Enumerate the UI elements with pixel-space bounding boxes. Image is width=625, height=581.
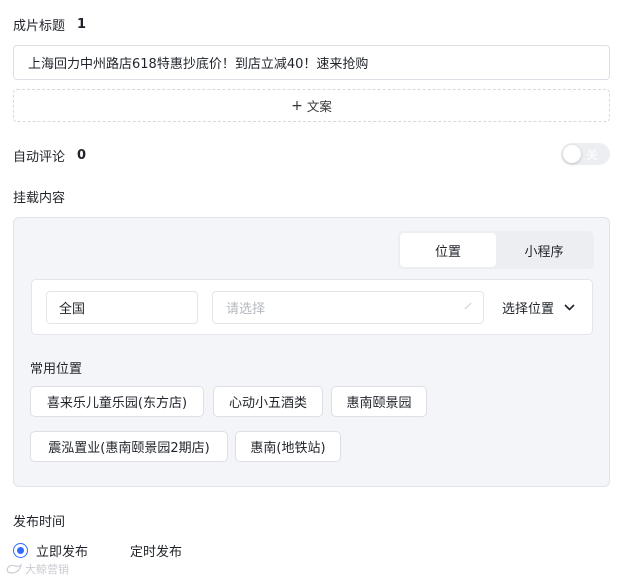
auto-comment-toggle[interactable]: 关	[561, 143, 610, 165]
publish-section-label: 发布时间	[13, 515, 66, 530]
title-input[interactable]: 上海回力中州路店618特惠抄底价！到店立减40！速来抢购	[13, 45, 610, 80]
chevron-down-icon	[564, 304, 575, 311]
auto-comment-count: 0	[77, 148, 87, 163]
publish-options: 立即发布 定时发布	[13, 541, 182, 560]
location-selector: 全国 请选择 选择位置	[31, 279, 593, 335]
place-placeholder: 请选择	[226, 302, 266, 317]
common-location-chip[interactable]: 心动小五酒类	[213, 386, 323, 417]
publish-section-header: 发布时间	[13, 511, 65, 530]
common-locations-label: 常用位置	[30, 362, 83, 377]
common-location-chip[interactable]: 惠南(地铁站)	[235, 431, 341, 462]
watermark-text: 大鲸营销	[25, 563, 69, 576]
add-copy-button[interactable]: + 文案	[13, 89, 610, 122]
tab-mini-program[interactable]: 小程序	[496, 233, 592, 267]
toggle-knob	[563, 145, 581, 163]
region-select[interactable]: 全国	[46, 291, 198, 324]
publish-now-label[interactable]: 立即发布	[36, 541, 88, 560]
choose-location-button[interactable]: 选择位置	[502, 291, 575, 324]
publish-now-radio[interactable]	[13, 543, 28, 558]
title-input-value: 上海回力中州路店618特惠抄底价！到店立减40！速来抢购	[28, 57, 369, 72]
place-select[interactable]: 请选择	[212, 291, 484, 324]
choose-location-label: 选择位置	[502, 302, 555, 317]
common-location-chip[interactable]: 惠南颐景园	[331, 386, 427, 417]
common-location-chip[interactable]: 喜来乐儿童乐园(东方店)	[30, 386, 204, 417]
watermark: 大鲸营销	[6, 561, 69, 577]
title-section-header: 成片标题 1	[13, 15, 86, 34]
mount-section-header: 挂载内容	[13, 187, 65, 206]
region-value: 全国	[59, 302, 86, 317]
scheduled-publish-label[interactable]: 定时发布	[130, 541, 182, 560]
mount-section-label: 挂载内容	[13, 191, 66, 206]
auto-comment-label: 自动评论	[13, 150, 66, 165]
title-section-label: 成片标题	[13, 19, 66, 34]
common-location-chip[interactable]: 震泓置业(惠南颐景园2期店)	[30, 431, 228, 462]
clear-icon[interactable]	[463, 301, 473, 311]
title-count: 1	[77, 17, 87, 32]
whale-logo-icon	[6, 563, 22, 574]
toggle-text: 关	[586, 148, 599, 162]
add-copy-label: 文案	[306, 99, 332, 114]
mount-type-tabs: 位置 小程序	[398, 231, 594, 269]
plus-icon: +	[291, 97, 303, 114]
tab-location[interactable]: 位置	[400, 233, 496, 267]
mount-panel: 位置 小程序 全国 请选择 选择位置 常用位置 喜来乐儿童乐园(东方店) 心动小…	[13, 217, 610, 487]
auto-comment-header: 自动评论 0	[13, 146, 86, 165]
